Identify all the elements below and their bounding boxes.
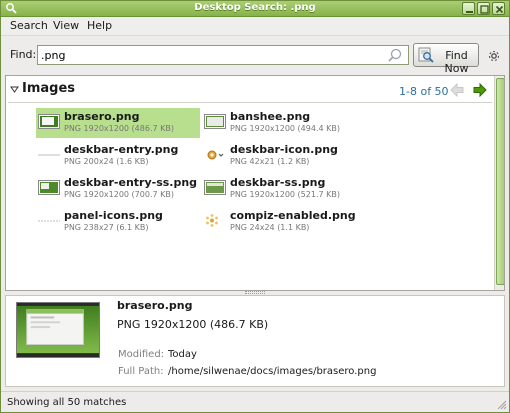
result-meta: PNG 238x27 (6.1 KB) bbox=[64, 223, 149, 232]
previous-page-icon[interactable] bbox=[450, 83, 464, 97]
result-item[interactable]: deskbar-icon.png PNG 42x21 (1.2 KB) bbox=[202, 141, 366, 171]
result-name: deskbar-ss.png bbox=[230, 176, 326, 189]
expander-down-icon[interactable] bbox=[10, 85, 19, 94]
desktop-search-window: Desktop Search: .png Search View Help Fi… bbox=[0, 0, 510, 413]
images-group-header[interactable]: Images 1-8 of 50 bbox=[6, 76, 494, 102]
result-name: panel-icons.png bbox=[64, 209, 163, 222]
screenshot-thumbnail-icon bbox=[204, 180, 226, 195]
results-scrollbar[interactable] bbox=[494, 76, 504, 290]
result-name: compiz-enabled.png bbox=[230, 209, 356, 222]
scrollbar-thumb[interactable] bbox=[496, 78, 504, 285]
search-input[interactable] bbox=[37, 45, 409, 65]
menu-bar: Search View Help bbox=[1, 17, 509, 36]
result-name: banshee.png bbox=[230, 110, 311, 123]
menu-search[interactable]: Search bbox=[10, 19, 48, 32]
minimize-button[interactable] bbox=[462, 2, 475, 15]
result-name: deskbar-entry.png bbox=[64, 143, 179, 156]
result-name: deskbar-icon.png bbox=[230, 143, 338, 156]
find-now-label: Find Now bbox=[444, 49, 469, 75]
result-item[interactable]: banshee.png PNG 1920x1200 (494.4 KB) bbox=[202, 108, 366, 138]
menu-view[interactable]: View bbox=[53, 19, 79, 32]
resize-grip-icon[interactable] bbox=[495, 398, 507, 410]
pane-resize-handle[interactable] bbox=[245, 291, 265, 294]
preview-pane: brasero.png PNG 1920x1200 (486.7 KB) Mod… bbox=[5, 295, 505, 387]
results-pane: Images 1-8 of 50 brasero.png PNG 1920x12… bbox=[5, 75, 505, 291]
find-now-button[interactable]: Find Now bbox=[413, 43, 479, 75]
result-meta: PNG 1920x1200 (494.4 KB) bbox=[230, 124, 340, 133]
find-label: Find: bbox=[10, 48, 37, 61]
close-button[interactable] bbox=[492, 2, 505, 15]
screenshot-thumbnail-icon bbox=[204, 114, 226, 129]
result-item[interactable]: deskbar-ss.png PNG 1920x1200 (521.7 KB) bbox=[202, 174, 366, 204]
throbber-icon bbox=[488, 50, 500, 62]
modified-value: Today bbox=[168, 349, 197, 360]
group-title: Images bbox=[22, 81, 76, 96]
close-icon bbox=[495, 5, 504, 14]
maximize-button[interactable] bbox=[477, 2, 490, 15]
next-page-icon[interactable] bbox=[473, 83, 487, 97]
full-path-value[interactable]: /home/silwenae/docs/images/brasero.png bbox=[168, 366, 376, 377]
full-path-label: Full Path: bbox=[118, 366, 164, 377]
result-meta: PNG 42x21 (1.2 KB) bbox=[230, 157, 310, 166]
window-title: Desktop Search: .png bbox=[194, 2, 316, 13]
title-bar[interactable]: Desktop Search: .png bbox=[1, 1, 509, 17]
modified-label: Modified: bbox=[118, 349, 165, 360]
screenshot-thumbnail-icon bbox=[38, 180, 60, 195]
result-meta: PNG 1920x1200 (521.7 KB) bbox=[230, 190, 340, 199]
result-meta: PNG 1920x1200 (486.7 KB) bbox=[64, 124, 174, 133]
result-item[interactable]: compiz-enabled.png PNG 24x24 (1.1 KB) bbox=[202, 207, 366, 237]
minimize-icon bbox=[466, 11, 473, 13]
result-name: brasero.png bbox=[64, 110, 140, 123]
header-divider bbox=[8, 102, 492, 103]
page-info: 1-8 of 50 bbox=[399, 85, 449, 98]
result-name: deskbar-entry-ss.png bbox=[64, 176, 198, 189]
search-icon[interactable] bbox=[386, 47, 404, 63]
menu-help[interactable]: Help bbox=[87, 19, 112, 32]
find-toolbar: Find: Find Now bbox=[1, 37, 509, 75]
status-bar: Showing all 50 matches bbox=[1, 391, 509, 412]
result-meta: PNG 1920x1200 (700.7 KB) bbox=[64, 190, 174, 199]
result-item[interactable]: brasero.png PNG 1920x1200 (486.7 KB) bbox=[36, 108, 200, 138]
compiz-star-thumbnail-icon bbox=[206, 214, 218, 227]
find-now-icon bbox=[418, 47, 434, 63]
preview-type: PNG 1920x1200 (486.7 KB) bbox=[117, 318, 269, 331]
status-text: Showing all 50 matches bbox=[7, 397, 127, 408]
result-item[interactable]: deskbar-entry.png PNG 200x24 (1.6 KB) bbox=[36, 141, 200, 171]
result-item[interactable]: deskbar-entry-ss.png PNG 1920x1200 (700.… bbox=[36, 174, 200, 204]
strip-thumbnail-icon bbox=[38, 220, 60, 222]
strip-thumbnail-icon bbox=[38, 154, 60, 156]
deskbar-icon-thumbnail-icon bbox=[207, 150, 224, 160]
preview-filename: brasero.png bbox=[117, 299, 193, 312]
maximize-icon bbox=[480, 5, 489, 14]
screenshot-thumbnail-icon bbox=[38, 114, 60, 129]
result-meta: PNG 200x24 (1.6 KB) bbox=[64, 157, 149, 166]
preview-thumbnail bbox=[16, 302, 100, 358]
result-meta: PNG 24x24 (1.1 KB) bbox=[230, 223, 310, 232]
result-item[interactable]: panel-icons.png PNG 238x27 (6.1 KB) bbox=[36, 207, 200, 237]
